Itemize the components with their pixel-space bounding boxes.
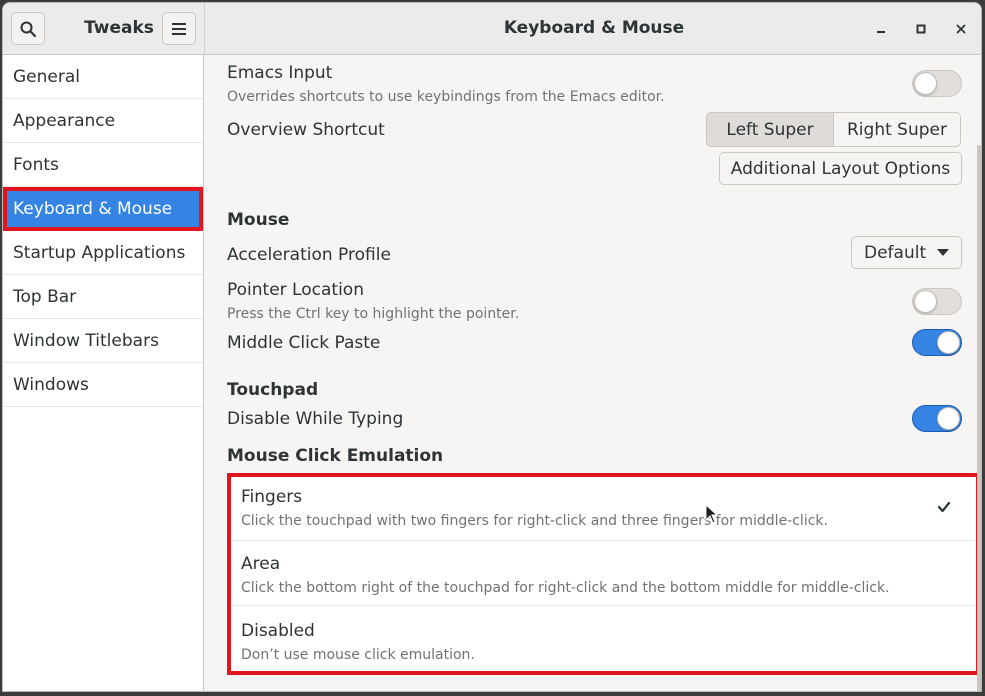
overview-shortcut-label: Overview Shortcut (227, 120, 385, 140)
emacs-input-label: Emacs Input (227, 63, 333, 83)
disable-while-typing-label: Disable While Typing (227, 409, 404, 429)
maximize-icon (916, 24, 926, 34)
option-description: Click the bottom right of the touchpad f… (241, 580, 890, 596)
dropdown-arrow-icon (937, 249, 949, 256)
sidebar-item-window-titlebars[interactable]: Window Titlebars (3, 319, 203, 363)
sidebar-item-label: General (13, 67, 80, 87)
close-button[interactable] (949, 17, 973, 41)
mouse-pointer-icon (705, 504, 719, 524)
switch-knob (914, 290, 937, 313)
sidebar-item-fonts[interactable]: Fonts (3, 143, 203, 187)
sidebar-item-label: Window Titlebars (13, 331, 159, 351)
sidebar: General Appearance Fonts Keyboard & Mous… (3, 55, 204, 691)
search-button[interactable] (11, 12, 45, 45)
switch-knob (937, 331, 960, 354)
sidebar-item-label: Windows (13, 375, 89, 395)
sidebar-item-label: Fonts (13, 155, 59, 175)
header-bar: Tweaks Keyboard & Mouse (3, 3, 981, 55)
disable-while-typing-switch[interactable] (912, 405, 962, 432)
acceleration-profile-dropdown[interactable]: Default (851, 236, 962, 269)
mouse-section-title: Mouse (227, 210, 290, 230)
acceleration-profile-value: Default (864, 242, 927, 263)
checkmark-icon (937, 501, 951, 513)
pointer-location-switch[interactable] (912, 288, 962, 315)
sidebar-item-label: Appearance (13, 111, 116, 131)
tweaks-window: Tweaks Keyboard & Mouse General Appearan… (2, 2, 982, 692)
sidebar-item-label: Startup Applications (13, 243, 186, 263)
option-description: Click the touchpad with two fingers for … (241, 513, 828, 529)
option-description: Don’t use mouse click emulation. (241, 647, 475, 663)
sidebar-item-keyboard-mouse[interactable]: Keyboard & Mouse (3, 187, 203, 231)
click-emulation-option-area[interactable]: Area Click the bottom right of the touch… (231, 542, 976, 606)
pointer-location-description: Press the Ctrl key to highlight the poin… (227, 306, 520, 322)
page-title: Keyboard & Mouse (503, 18, 685, 38)
click-emulation-option-disabled[interactable]: Disabled Don’t use mouse click emulation… (231, 608, 976, 672)
option-title: Disabled (241, 621, 315, 641)
emacs-input-description: Overrides shortcuts to use keybindings f… (227, 89, 665, 105)
acceleration-profile-label: Acceleration Profile (227, 245, 391, 265)
menu-button[interactable] (162, 12, 196, 45)
click-emulation-list: Fingers Click the touchpad with two fing… (227, 473, 980, 675)
click-emulation-section-title: Mouse Click Emulation (227, 446, 444, 466)
app-title: Tweaks (84, 18, 154, 38)
option-title: Fingers (241, 487, 303, 507)
emacs-input-switch[interactable] (912, 70, 962, 97)
pointer-location-label: Pointer Location (227, 280, 364, 300)
option-title: Area (241, 554, 281, 574)
sidebar-item-startup-applications[interactable]: Startup Applications (3, 231, 203, 275)
hamburger-icon (172, 22, 186, 35)
search-icon (20, 21, 37, 37)
close-icon (956, 24, 966, 34)
middle-click-paste-label: Middle Click Paste (227, 333, 381, 353)
settings-panel: Emacs Input Overrides shortcuts to use k… (205, 55, 981, 691)
middle-click-paste-switch[interactable] (912, 329, 962, 356)
sidebar-item-label: Keyboard & Mouse (13, 199, 173, 219)
left-super-button[interactable]: Left Super (706, 112, 834, 147)
sidebar-item-appearance[interactable]: Appearance (3, 99, 203, 143)
switch-knob (937, 407, 960, 430)
sidebar-item-label: Top Bar (13, 287, 77, 307)
minimize-button[interactable] (869, 17, 893, 41)
scrollbar[interactable] (977, 145, 981, 691)
sidebar-item-top-bar[interactable]: Top Bar (3, 275, 203, 319)
maximize-button[interactable] (909, 17, 933, 41)
touchpad-section-title: Touchpad (227, 380, 319, 400)
click-emulation-option-fingers[interactable]: Fingers Click the touchpad with two fing… (231, 477, 976, 541)
sidebar-item-windows[interactable]: Windows (3, 363, 203, 407)
sidebar-item-general[interactable]: General (3, 55, 203, 99)
right-super-button[interactable]: Right Super (833, 112, 961, 147)
switch-knob (914, 72, 937, 95)
additional-layout-options-button[interactable]: Additional Layout Options (719, 152, 962, 185)
minimize-icon (877, 31, 885, 33)
